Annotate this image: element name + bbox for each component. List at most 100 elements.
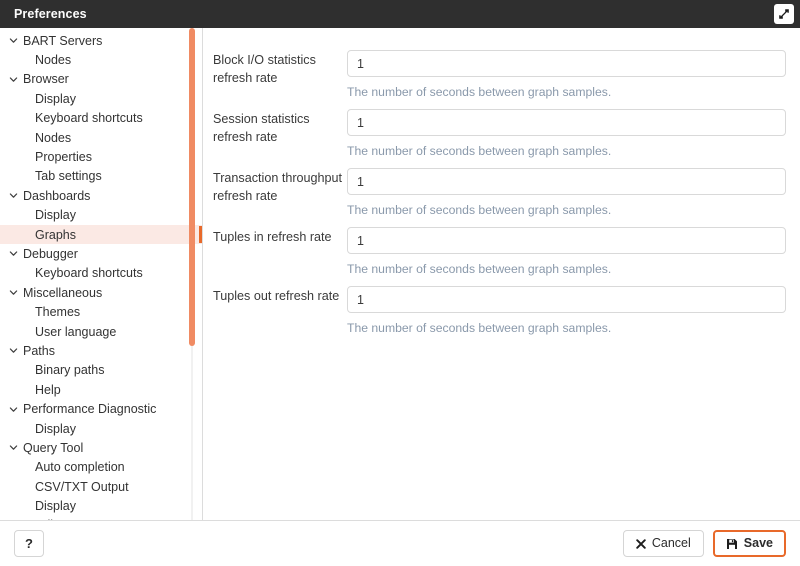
sidebar-item-keyboard-shortcuts[interactable]: Keyboard shortcuts [0,109,202,128]
sidebar-item-label: Graphs [35,227,76,242]
cancel-button[interactable]: Cancel [622,530,704,557]
sidebar-item-label: Binary paths [35,363,105,378]
chevron-down-icon[interactable] [7,346,20,355]
sidebar-item-label: Nodes [35,53,72,68]
sidebar-item-label: Display [35,208,76,223]
field-label: Block I/O statistics refresh rate [213,53,316,85]
sidebar-item-label: Keyboard shortcuts [35,266,143,281]
sidebar-item-help[interactable]: Help [0,380,202,399]
field-control: The number of seconds between graph samp… [347,50,786,100]
sidebar-item-debugger[interactable]: Debugger [0,244,202,263]
sidebar-item-display[interactable]: Display [0,206,202,225]
field-control: The number of seconds between graph samp… [347,109,786,159]
sidebar-item-auto-completion[interactable]: Auto completion [0,458,202,477]
sidebar-item-performance-diagnostic[interactable]: Performance Diagnostic [0,399,202,418]
chevron-down-icon[interactable] [7,288,20,297]
sidebar-item-label: Properties [35,150,92,165]
sidebar-item-label: Help [35,382,61,397]
sidebar-item-user-language[interactable]: User language [0,322,202,341]
help-button[interactable]: ? [14,530,44,557]
field-help-text: The number of seconds between graph samp… [347,262,612,276]
save-button[interactable]: Save [712,530,786,557]
sidebar-item-dashboards[interactable]: Dashboards [0,186,202,205]
sidebar-item-keyboard-shortcuts[interactable]: Keyboard shortcuts [0,264,202,283]
field-label: Transaction throughput refresh rate [213,171,343,203]
sidebar-item-label: Dashboards [23,188,91,203]
sidebar-item-label: Display [35,499,76,514]
field-help-text: The number of seconds between graph samp… [347,203,612,217]
sidebar-item-query-tool[interactable]: Query Tool [0,438,202,457]
tree-container: BART Servers Nodes Browser Display Keyboard … [0,31,202,520]
sidebar-item-miscellaneous[interactable]: Miscellaneous [0,283,202,302]
maximize-expand-icon[interactable] [774,4,794,24]
sidebar-item-themes[interactable]: Themes [0,302,202,321]
preferences-form: Block I/O statistics refresh rate The num… [203,28,800,520]
field-label: Tuples out refresh rate [213,289,340,303]
sidebar-item-label: Debugger [23,246,78,261]
field-control: The number of seconds between graph samp… [347,227,786,277]
sidebar-item-label: Performance Diagnostic [23,402,157,417]
save-button-label: Save [743,536,773,551]
field-control: The number of seconds between graph samp… [347,168,786,218]
close-x-icon [636,538,646,549]
chevron-down-icon[interactable] [7,36,20,45]
preferences-tree: BART Servers Nodes Browser Display Keyboard … [0,28,203,520]
sidebar-item-browser[interactable]: Browser [0,70,202,89]
field-label: Session statistics refresh rate [213,112,310,144]
chevron-down-icon[interactable] [7,191,20,200]
preferences-dialog: Preferences BART Servers Nodes Browser Disp… [0,0,800,566]
sidebar-item-display[interactable]: Display [0,89,202,108]
sidebar-item-paths[interactable]: Paths [0,341,202,360]
chevron-down-icon[interactable] [7,75,20,84]
sidebar-item-label: Display [35,421,76,436]
sidebar-item-label: Nodes [35,130,72,145]
chevron-down-icon[interactable] [7,443,20,452]
footer-actions: Cancel Save [622,530,786,557]
sidebar-item-csv-txt-output[interactable]: CSV/TXT Output [0,477,202,496]
field-help-text: The number of seconds between graph samp… [347,144,612,158]
chevron-down-icon[interactable] [7,405,20,414]
field-row: Block I/O statistics refresh rate The num… [203,50,786,100]
field-row: Session statistics refresh rate The numbe… [203,109,786,159]
sidebar-item-label: Browser [23,72,69,87]
sidebar-item-nodes[interactable]: Nodes [0,50,202,69]
sidebar-item-binary-paths[interactable]: Binary paths [0,361,202,380]
refresh-rate-input[interactable] [347,109,786,136]
scrollbar-thumb[interactable] [189,28,195,346]
refresh-rate-input[interactable] [347,168,786,195]
field-row: Tuples out refresh rate The number of sec… [203,286,786,336]
sidebar-item-label: BART Servers [23,33,103,48]
field-control: The number of seconds between graph samp… [347,286,786,336]
sidebar-item-label: Tab settings [35,169,102,184]
sidebar-item-display[interactable]: Display [0,419,202,438]
dialog-footer: ? Cancel Save [0,521,800,566]
sidebar-scrollbar[interactable] [189,28,195,520]
sidebar-item-label: Keyboard shortcuts [35,111,143,126]
sidebar-item-editor[interactable]: Editor [0,516,202,520]
dialog-body: BART Servers Nodes Browser Display Keyboard … [0,28,800,521]
sidebar-item-label: Paths [23,343,55,358]
sidebar-item-label: CSV/TXT Output [35,479,129,494]
window-title: Preferences [14,7,87,21]
sidebar-item-display[interactable]: Display [0,496,202,515]
sidebar-item-label: Themes [35,305,81,320]
cancel-button-label: Cancel [651,536,691,551]
sidebar-item-nodes[interactable]: Nodes [0,128,202,147]
sidebar-item-graphs[interactable]: Graphs [0,224,202,245]
fields-container: Block I/O statistics refresh rate The num… [203,50,786,336]
sidebar-item-label: Query Tool [23,440,84,455]
refresh-rate-input[interactable] [347,50,786,77]
sidebar-item-properties[interactable]: Properties [0,147,202,166]
field-row: Transaction throughput refresh rate The n… [203,168,786,218]
floppy-disk-save-icon [726,538,738,550]
field-help-text: The number of seconds between graph samp… [347,85,612,99]
sidebar-item-tab-settings[interactable]: Tab settings [0,167,202,186]
chevron-down-icon[interactable] [7,249,20,258]
sidebar-item-label: Display [35,91,76,106]
refresh-rate-input[interactable] [347,286,786,313]
refresh-rate-input[interactable] [347,227,786,254]
sidebar-item-label: Editor [35,518,68,520]
sidebar-item-bart-servers[interactable]: BART Servers [0,31,202,50]
sidebar-item-label: User language [35,324,117,339]
field-help-text: The number of seconds between graph samp… [347,321,612,335]
